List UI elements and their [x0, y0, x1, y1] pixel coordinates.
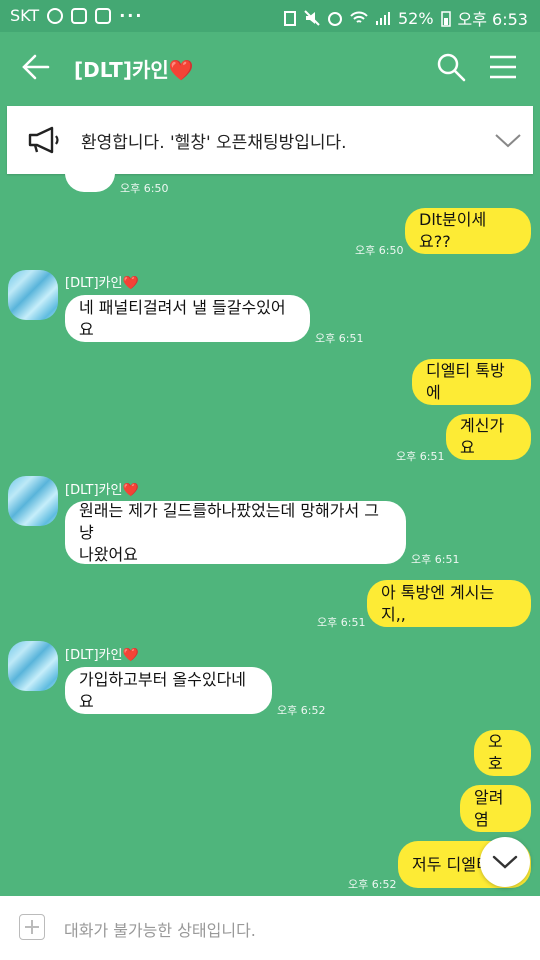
- sender-name: [DLT]카인❤️: [65, 644, 139, 663]
- input-bar: 대화가 불가능한 상태입니다.: [0, 896, 540, 960]
- menu-icon[interactable]: [488, 54, 518, 80]
- notice-banner[interactable]: 환영합니다. '헬창' 오픈채팅방입니다.: [7, 106, 533, 174]
- message-time: 오후 6:52: [277, 704, 326, 717]
- battery-saver-icon: [283, 11, 296, 26]
- status-bar: SKT ··· 52% 오후 6:53: [0, 0, 540, 32]
- message-bubble-incoming: 가입하고부터 올수있다네요: [65, 667, 272, 714]
- chevron-down-icon: [492, 855, 518, 869]
- message-bubble-incoming: 원래는 제가 길드를하나팠었는데 망해가서 그냥 나왔어요: [65, 501, 406, 564]
- message-input[interactable]: 대화가 불가능한 상태입니다.: [64, 917, 256, 941]
- search-icon[interactable]: [436, 52, 466, 82]
- message-time: 오후 6:51: [396, 450, 445, 463]
- heart-icon: ❤️: [122, 648, 139, 663]
- sender-name-text: [DLT]카인: [65, 483, 123, 498]
- message-bubble-outgoing: 알려염: [460, 785, 531, 832]
- avatar[interactable]: [8, 641, 58, 691]
- sender-name: [DLT]카인❤️: [65, 272, 139, 291]
- back-arrow-icon[interactable]: [22, 54, 50, 80]
- message-bubble-outgoing: 오호: [474, 730, 531, 776]
- message-line: 나왔어요: [79, 544, 138, 564]
- message-list[interactable]: 오후 6:50 Dlt분이세요?? 오후 6:50 [DLT]카인❤️ 네 패널…: [0, 174, 540, 896]
- chat-title: [DLT]카인❤️: [74, 54, 194, 83]
- instagram-icon-2: [95, 7, 112, 24]
- heart-icon: ❤️: [122, 276, 139, 291]
- sender-name-text: [DLT]카인: [65, 648, 123, 663]
- heart-icon: ❤️: [168, 58, 194, 82]
- signal-icon: [375, 12, 390, 25]
- more-notifications-icon: ···: [119, 6, 144, 25]
- message-bubble-outgoing: Dlt분이세요??: [405, 208, 531, 254]
- heart-icon: ❤️: [122, 483, 139, 498]
- message-time: 오후 6:50: [120, 182, 169, 195]
- message-bubble-incoming: 네 패널티걸려서 낼 들갈수있어요: [65, 295, 310, 342]
- mute-icon: [304, 10, 320, 26]
- clock: 오후 6:53: [457, 10, 528, 29]
- avatar[interactable]: [8, 476, 58, 526]
- message-bubble-outgoing: 계신가요: [446, 414, 531, 460]
- message-time: 오후 6:52: [348, 878, 397, 891]
- carrier-label: SKT: [10, 6, 40, 25]
- sender-name: [DLT]카인❤️: [65, 479, 139, 498]
- message-line: 원래는 제가 길드를하나팠었는데 망해가서 그냥: [79, 500, 380, 542]
- alarm-icon: [327, 12, 342, 26]
- message-time: 오후 6:51: [411, 553, 460, 566]
- message-time: 오후 6:51: [317, 616, 366, 629]
- notice-text: 환영합니다. '헬창' 오픈채팅방입니다.: [81, 133, 347, 153]
- talk-notification-icon: [47, 7, 64, 24]
- chevron-down-icon[interactable]: [493, 130, 523, 150]
- battery-icon: [440, 11, 451, 27]
- sender-name-text: [DLT]카인: [65, 276, 123, 291]
- scroll-to-bottom-button[interactable]: [480, 837, 530, 887]
- message-bubble-outgoing: 아 톡방엔 계시는지,,: [367, 580, 531, 627]
- message-time: 오후 6:50: [355, 244, 404, 257]
- message-bubble-incoming: [65, 174, 115, 192]
- instagram-icon: [71, 7, 88, 24]
- wifi-icon: [350, 11, 368, 23]
- chat-header: [DLT]카인❤️: [0, 32, 540, 102]
- megaphone-icon: [28, 126, 59, 154]
- plus-icon[interactable]: [19, 914, 45, 940]
- battery-percent: 52%: [397, 8, 434, 28]
- avatar[interactable]: [8, 270, 58, 320]
- chat-title-text: [DLT]카인: [74, 58, 169, 82]
- message-time: 오후 6:51: [315, 332, 364, 345]
- message-bubble-outgoing: 디엘티 톡방에: [412, 359, 531, 405]
